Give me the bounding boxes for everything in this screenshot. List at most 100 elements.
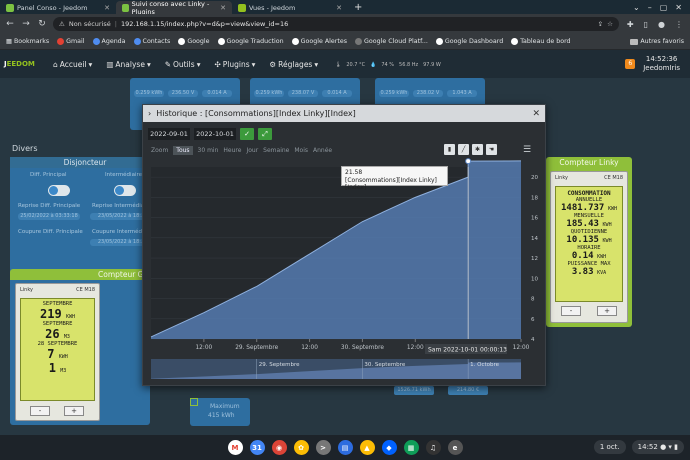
date-end-input[interactable]: 2022-10-01 xyxy=(194,128,236,140)
bookmark-google-cloud[interactable]: Google Cloud Platf... xyxy=(355,38,428,45)
forum-favicon-icon xyxy=(122,3,129,12)
maximize-icon[interactable]: ▢ xyxy=(660,3,668,12)
chrome-icon[interactable]: ◉ xyxy=(271,440,287,455)
settings-icon[interactable]: ✱ xyxy=(472,144,483,155)
section-title: Divers xyxy=(12,144,38,153)
value-pill: 238.02 V xyxy=(413,90,443,97)
bookmark-label: Contacts xyxy=(142,38,171,45)
close-icon[interactable]: ✕ xyxy=(220,4,226,12)
bookmark-contacts[interactable]: Contacts xyxy=(133,38,171,45)
minus-button[interactable]: - xyxy=(561,306,581,316)
plus-button[interactable]: + xyxy=(597,306,617,316)
zoom-option[interactable]: Tous xyxy=(173,146,193,155)
terminal-icon[interactable]: > xyxy=(315,440,331,455)
zoom-option[interactable]: 30 min xyxy=(198,147,219,154)
chevron-down-icon: ▾ xyxy=(314,59,319,69)
zoom-option[interactable]: Semaine xyxy=(263,147,289,154)
compare-button[interactable]: ⤢ xyxy=(258,128,272,140)
x-tick-label: 12:00 xyxy=(195,345,212,351)
dropbox-icon[interactable]: ◆ xyxy=(381,440,397,455)
browser-tab-strip: Panel Conso - Jeedom ✕ Suivi conso avec L… xyxy=(0,0,690,16)
menu-plugins[interactable]: ✣ Plugins ▾ xyxy=(207,60,262,69)
menu-outils[interactable]: ✎ Outils ▾ xyxy=(158,60,208,69)
close-icon[interactable]: ✕ xyxy=(532,109,540,119)
menu-accueil[interactable]: ⌂ Accueil ▾ xyxy=(46,60,99,69)
meter-brand: Linky xyxy=(555,175,569,181)
minimize-icon[interactable]: – xyxy=(648,3,652,12)
zoom-option[interactable]: Mois xyxy=(294,147,308,154)
user-name[interactable]: JeedomIris xyxy=(643,64,680,73)
warning-icon: ⚠ xyxy=(59,20,65,28)
close-window-icon[interactable]: ✕ xyxy=(675,3,682,12)
value-pill: 0.014 A xyxy=(202,90,232,97)
close-icon[interactable]: ✕ xyxy=(104,4,110,12)
calendar-icon xyxy=(92,38,100,45)
validate-button[interactable]: ✓ xyxy=(240,128,254,140)
extension-icon[interactable]: ✚ xyxy=(625,20,636,29)
edge-icon[interactable]: e xyxy=(447,440,463,455)
zoom-option[interactable]: Année xyxy=(313,147,332,154)
jeedom-logo[interactable]: J EEDOM xyxy=(0,50,46,78)
toggle-intermediaire[interactable] xyxy=(114,185,136,196)
zoom-option[interactable]: Jour xyxy=(246,147,258,154)
tab-panel-conso[interactable]: Panel Conso - Jeedom ✕ xyxy=(0,1,116,14)
toggle-diff-principal[interactable] xyxy=(48,185,70,196)
sheets-icon[interactable]: ▦ xyxy=(403,440,419,455)
bookmark-agenda[interactable]: Agenda xyxy=(92,38,126,45)
forward-icon[interactable]: → xyxy=(21,19,31,29)
value-pill: 236.50 V xyxy=(168,90,198,97)
bookmark-other-favorites[interactable]: Autres favoris xyxy=(630,38,684,45)
avatar[interactable]: ● xyxy=(656,20,667,29)
bookmark-google-traduction[interactable]: Google Traduction xyxy=(217,38,284,45)
tray-date[interactable]: 1 oct. xyxy=(593,440,626,454)
system-tray[interactable]: 1 oct. 14:52 ● ▾ ▮ xyxy=(593,440,684,454)
chevron-right-icon: › xyxy=(148,109,152,118)
reload-icon[interactable]: ↻ xyxy=(37,19,47,29)
new-tab-button[interactable]: + xyxy=(348,1,368,14)
tab-search-icon[interactable]: ⌄ xyxy=(633,3,640,12)
back-icon[interactable]: ← xyxy=(5,19,15,29)
tab-vues[interactable]: Vues - Jeedom ✕ xyxy=(232,1,348,14)
plus-button[interactable]: + xyxy=(64,406,84,416)
menu-reglages[interactable]: ⚙ Réglages ▾ xyxy=(262,60,325,69)
lcd-value: 185.43 xyxy=(566,219,599,229)
bookmark-google[interactable]: Google xyxy=(178,38,210,45)
status-value: 56.8 Hz xyxy=(399,62,419,68)
tab-suivi-conso[interactable]: Suivi conso avec Linky - Plugins ✕ xyxy=(116,0,232,16)
lcd-value: 3.83 xyxy=(571,267,594,277)
bookmark-bookmarks[interactable]: ▦ Bookmarks xyxy=(6,38,49,45)
bookmark-google-alertes[interactable]: Google Alertes xyxy=(291,38,347,45)
line-chart-icon[interactable]: ╱ xyxy=(458,144,469,155)
bookmark-tableau-de-bord[interactable]: Tableau de bord xyxy=(511,38,571,45)
bookmark-label: Agenda xyxy=(101,38,126,45)
sidepanel-icon[interactable]: ▯ xyxy=(642,20,650,29)
hand-icon[interactable]: ☚ xyxy=(486,144,497,155)
column-chart-icon[interactable]: ▮ xyxy=(444,144,455,155)
photos-icon[interactable]: ✿ xyxy=(293,440,309,455)
close-icon[interactable]: ✕ xyxy=(336,4,342,12)
meter-cert: CE M18 xyxy=(604,175,623,181)
bookmark-label: Gmail xyxy=(66,38,85,45)
minus-button[interactable]: - xyxy=(30,406,50,416)
gmail-icon[interactable]: M xyxy=(227,440,243,455)
share-icon[interactable]: ⇪ xyxy=(598,20,603,28)
contacts-icon xyxy=(133,38,141,45)
chart-menu-icon[interactable]: ☰ xyxy=(523,145,531,155)
bookmark-google-dashboard[interactable]: Google Dashboard xyxy=(435,38,503,45)
star-icon[interactable]: ☆ xyxy=(607,20,613,28)
calendar-icon[interactable]: 31 xyxy=(249,440,265,455)
x-tick-label: 30. Septembre xyxy=(341,345,384,351)
notification-badge[interactable]: 6 xyxy=(625,59,636,69)
music-icon[interactable]: ♫ xyxy=(425,440,441,455)
date-start-input[interactable]: 2022-09-01 xyxy=(148,128,190,140)
menu-icon[interactable]: ⋮ xyxy=(673,20,685,29)
zoom-option[interactable]: Heure xyxy=(223,147,241,154)
menu-analyse[interactable]: ▥ Analyse ▾ xyxy=(99,60,157,69)
zoom-label: Zoom xyxy=(151,147,169,154)
address-bar[interactable]: ⚠ Non sécurisé | 192.168.1.15/index.php?… xyxy=(53,17,619,31)
bookmark-gmail[interactable]: Gmail xyxy=(57,38,85,45)
drive-icon[interactable]: ▲ xyxy=(359,440,375,455)
files-icon[interactable]: ▤ xyxy=(337,440,353,455)
tray-status[interactable]: 14:52 ● ▾ ▮ xyxy=(631,440,684,454)
y-tick-label: 16 xyxy=(531,216,538,222)
